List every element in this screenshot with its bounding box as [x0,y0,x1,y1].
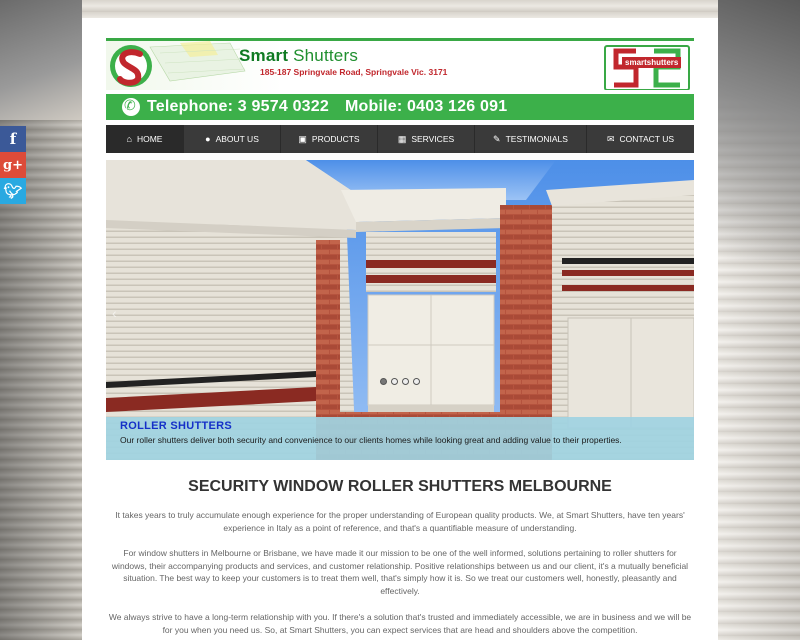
phone-bar: Telephone: 3 9574 0322 Mobile: 0403 126 0… [106,94,694,120]
nav-services[interactable]: ▦ SERVICES [378,125,475,153]
slider-dot[interactable] [380,378,387,385]
background-left [0,0,82,640]
slider-dot[interactable] [402,378,409,385]
page-container: Smart Shutters 185-187 Springvale Road, … [82,18,718,640]
slide-caption: ROLLER SHUTTERS Our roller shutters deli… [106,417,694,460]
cart-icon: ▣ [298,133,307,144]
background-roof-left [0,0,82,120]
facebook-icon[interactable]: f [0,126,26,152]
brand-badge: smartshutters [604,45,690,90]
envelope-icon: ✉ [606,133,615,144]
intro-paragraph: It takes years to truly accumulate enoug… [115,510,685,533]
brand-address: 185-187 Springvale Road, Springvale Vic.… [260,67,448,77]
page-heading: SECURITY WINDOW ROLLER SHUTTERS MELBOURN… [188,478,612,495]
pencil-icon: ✎ [493,133,501,144]
slider-dot[interactable] [391,378,398,385]
user-icon: ● [205,134,211,144]
image-icon: ▦ [397,133,407,144]
slide-image [106,160,694,460]
header-banner: Smart Shutters 185-187 Springvale Road, … [106,38,694,90]
relationship-paragraph: We always strive to have a long-term rel… [108,612,692,635]
badge-s2-icon [613,48,681,88]
google-plus-icon[interactable]: g+ [0,152,26,178]
phone-icon [122,97,140,116]
caption-text: Our roller shutters deliver both securit… [120,435,622,445]
twitter-icon[interactable]: 🐦︎ [0,178,26,204]
nav-home[interactable]: ⌂ HOME [106,125,184,153]
slider-dots [380,378,420,385]
nav-products[interactable]: ▣ PRODUCTS [281,125,378,153]
nav-contact-us[interactable]: ✉ CONTACT US [587,125,694,153]
badge-text: smartshutters [622,57,682,68]
nav-testimonials[interactable]: ✎ TESTIMONIALS [475,125,587,153]
mobile-number[interactable]: Mobile: 0403 126 091 [345,98,507,115]
main-nav: ⌂ HOME ● ABOUT US ▣ PRODUCTS ▦ SERVICES ✎ TES… [106,125,694,153]
services-paragraph: For window shutters in Melbourne or Bris… [111,548,689,596]
home-icon: ⌂ [126,134,132,144]
hero-slider[interactable]: ‹ ROLLER SHUTTERS Our roller shutters de… [106,160,694,460]
phone-text: Telephone: 3 9574 0322 Mobile: 0403 126 0… [147,98,507,116]
telephone-number[interactable]: Telephone: 3 9574 0322 [147,98,329,115]
background-roof-right [718,0,800,260]
slider-dot[interactable] [413,378,420,385]
smart-shutters-logo[interactable] [110,41,250,90]
social-sidebar: f g+ 🐦︎ [0,126,26,204]
background-right [718,0,800,640]
caption-title: ROLLER SHUTTERS [120,420,233,432]
nav-about-us[interactable]: ● ABOUT US [184,125,281,153]
slider-prev-arrow[interactable]: ‹ [112,305,117,321]
brand-name: Smart Shutters [239,46,359,65]
